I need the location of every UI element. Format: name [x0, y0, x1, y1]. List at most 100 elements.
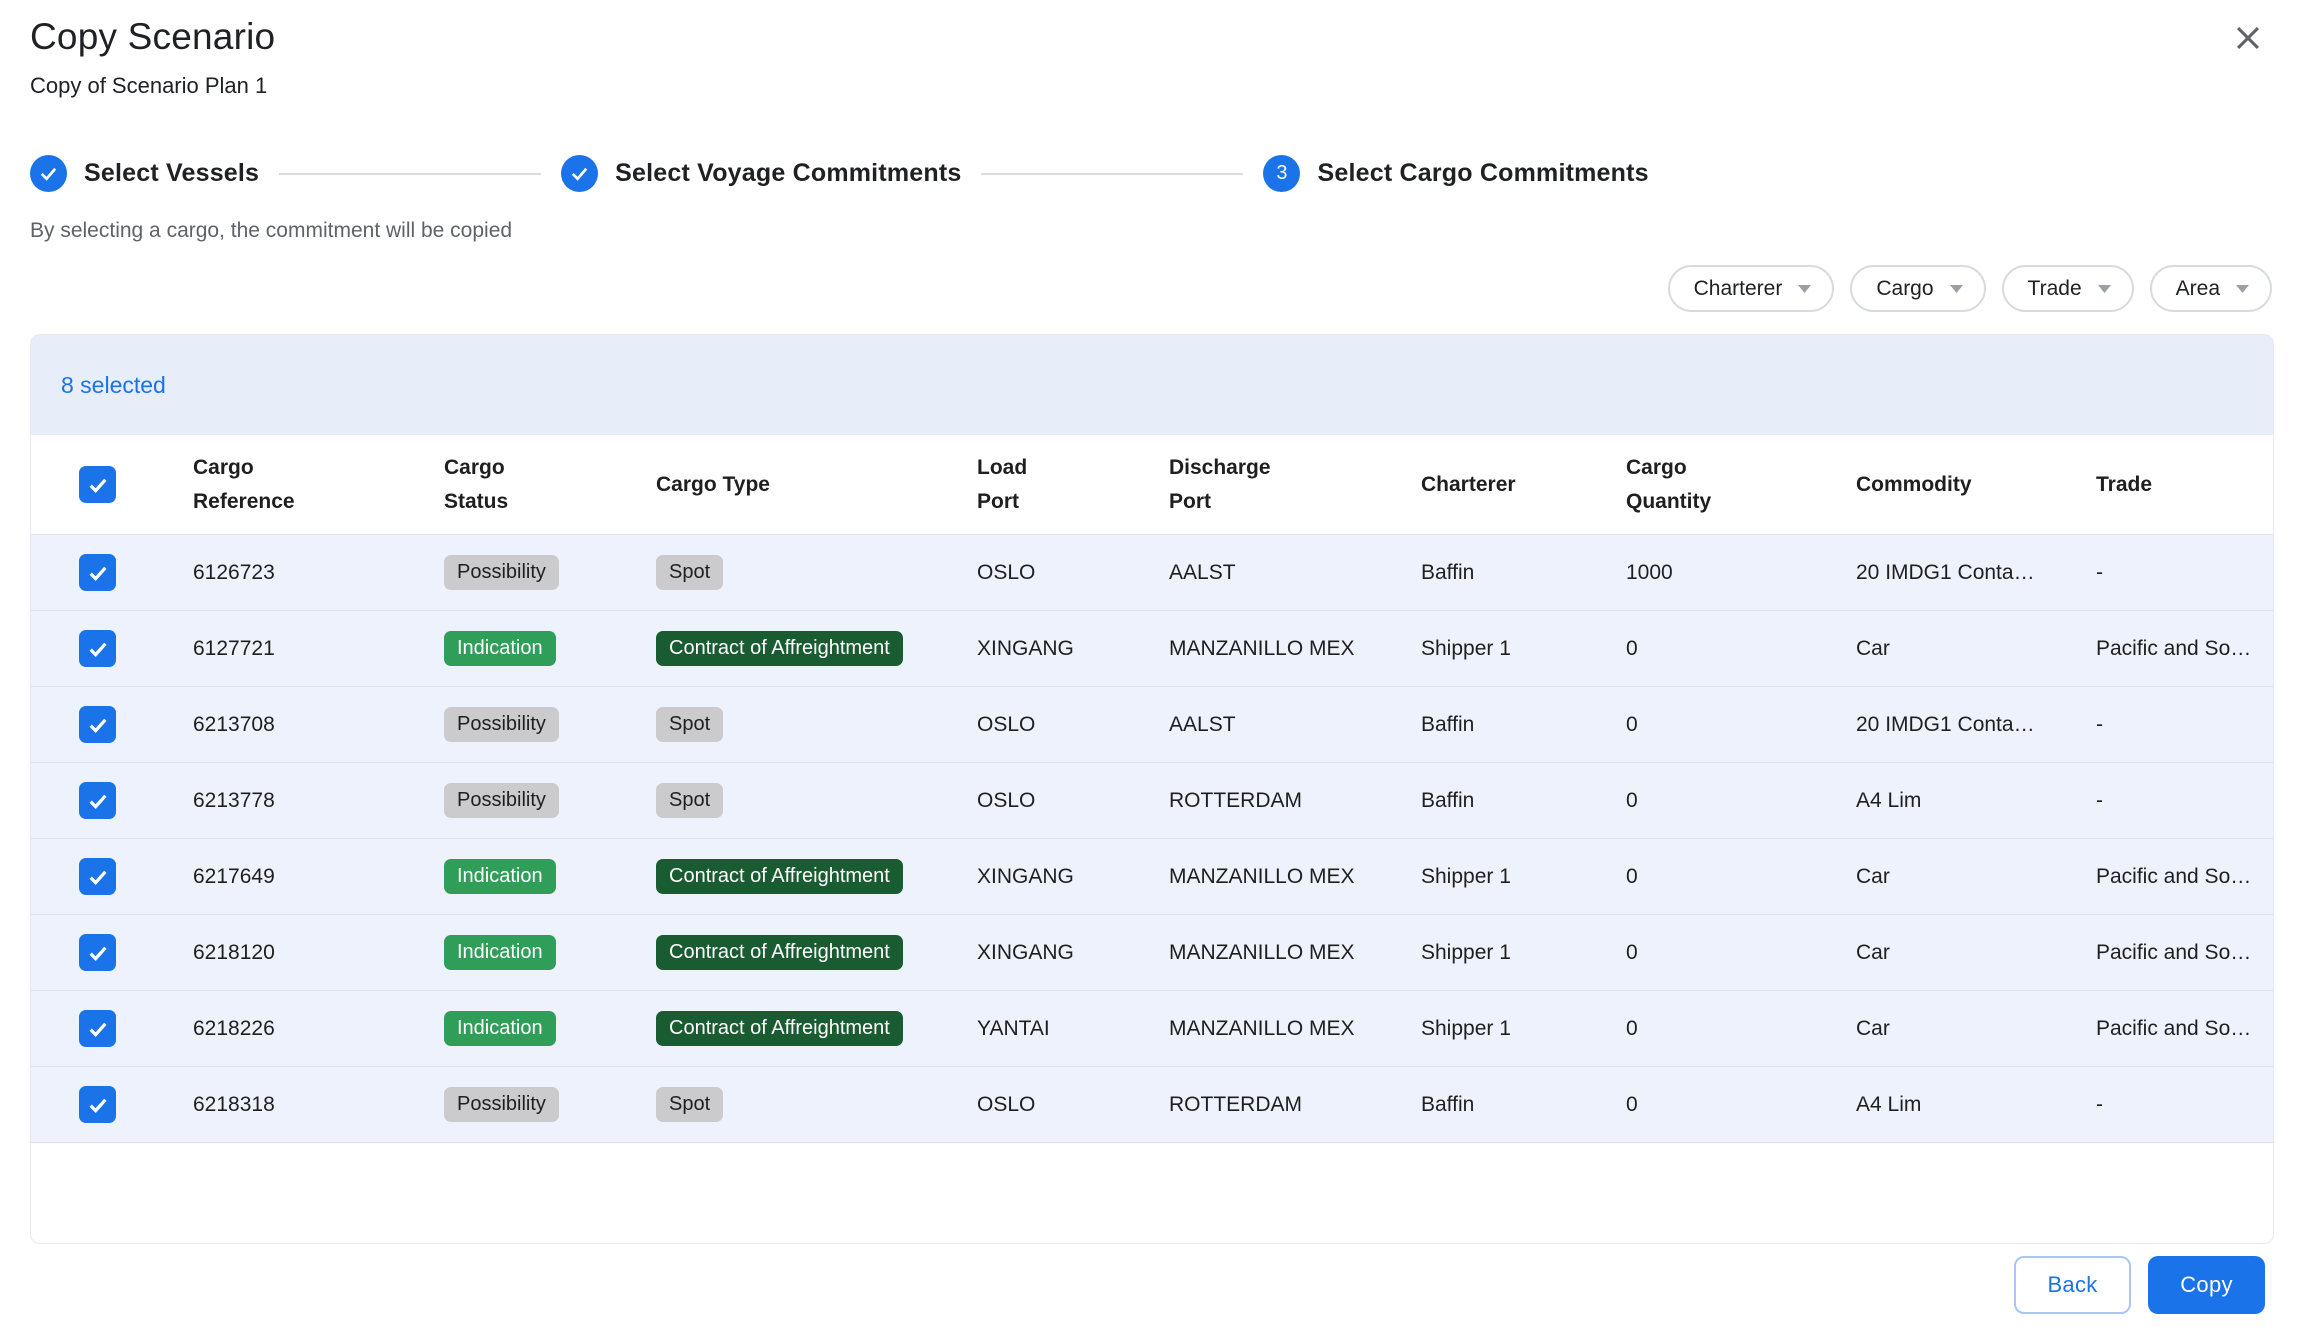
cell-cargo_reference: 6213708 — [193, 687, 444, 762]
filter-label: Cargo — [1876, 277, 1933, 301]
cell-charterer: Shipper 1 — [1421, 611, 1626, 686]
filter-bar: Charterer Cargo Trade Area — [30, 265, 2274, 312]
dialog-footer: Back Copy — [30, 1256, 2274, 1314]
cell-load_port: XINGANG — [977, 839, 1169, 914]
cell-discharge_port: MANZANILLO MEX — [1169, 611, 1421, 686]
table-row[interactable]: 6213708PossibilitySpotOSLOAALSTBaffin020… — [31, 687, 2273, 763]
filter-trade[interactable]: Trade — [2002, 265, 2134, 312]
table-row[interactable]: 6217649IndicationContract of Affreightme… — [31, 839, 2273, 915]
step-select-vessels[interactable]: Select Vessels — [30, 155, 259, 192]
header-load_port: LoadPort — [977, 435, 1169, 534]
step-select-cargo-commitments[interactable]: 3 Select Cargo Commitments — [1263, 155, 1648, 192]
cell-cargo_status: Indication — [444, 991, 656, 1066]
cell-checkbox — [31, 991, 193, 1066]
cell-load_port: OSLO — [977, 687, 1169, 762]
check-icon — [85, 636, 111, 662]
cargo-type-badge: Contract of Affreightment — [656, 631, 903, 666]
filter-label: Trade — [2028, 277, 2082, 301]
back-button[interactable]: Back — [2014, 1256, 2131, 1314]
header-cargo_status: CargoStatus — [444, 435, 656, 534]
cargo-type-badge: Spot — [656, 1087, 723, 1122]
cell-checkbox — [31, 687, 193, 762]
copy-button[interactable]: Copy — [2148, 1256, 2265, 1314]
cell-load_port: YANTAI — [977, 991, 1169, 1066]
close-button[interactable] — [2226, 16, 2270, 60]
cell-cargo_quantity: 0 — [1626, 839, 1856, 914]
cell-checkbox — [31, 611, 193, 686]
cargo-status-badge: Indication — [444, 859, 556, 894]
check-icon — [85, 788, 111, 814]
cell-cargo_type: Spot — [656, 687, 977, 762]
cell-checkbox — [31, 763, 193, 838]
header-commodity: Commodity — [1856, 435, 2096, 534]
cell-discharge_port: AALST — [1169, 535, 1421, 610]
cell-cargo_quantity: 0 — [1626, 915, 1856, 990]
row-checkbox[interactable] — [79, 630, 116, 667]
cell-trade: - — [2096, 535, 2273, 610]
step-label: Select Cargo Commitments — [1317, 159, 1648, 188]
cargo-type-badge: Contract of Affreightment — [656, 859, 903, 894]
selection-note: By selecting a cargo, the commitment wil… — [30, 219, 2274, 243]
cell-cargo_type: Contract of Affreightment — [656, 915, 977, 990]
selected-count-banner: 8 selected — [31, 335, 2273, 435]
check-icon — [85, 940, 111, 966]
row-checkbox[interactable] — [79, 782, 116, 819]
step-select-voyage-commitments[interactable]: Select Voyage Commitments — [561, 155, 961, 192]
cell-trade: - — [2096, 687, 2273, 762]
step-circle-complete — [561, 155, 598, 192]
cell-charterer: Baffin — [1421, 763, 1626, 838]
cell-trade: - — [2096, 1067, 2273, 1142]
cell-charterer: Baffin — [1421, 535, 1626, 610]
chevron-down-icon — [1949, 284, 1964, 294]
cell-load_port: OSLO — [977, 1067, 1169, 1142]
copy-scenario-dialog: Copy Scenario Copy of Scenario Plan 1 Se… — [0, 0, 2304, 1332]
select-all-checkbox[interactable] — [79, 466, 116, 503]
cell-discharge_port: MANZANILLO MEX — [1169, 991, 1421, 1066]
cell-cargo_status: Possibility — [444, 1067, 656, 1142]
table-row[interactable]: 6218226IndicationContract of Affreightme… — [31, 991, 2273, 1067]
header-cargo_reference: CargoReference — [193, 435, 444, 534]
header-charterer: Charterer — [1421, 435, 1626, 534]
chevron-down-icon — [1797, 284, 1812, 294]
cell-charterer: Shipper 1 — [1421, 991, 1626, 1066]
table-row[interactable]: 6218318PossibilitySpotOSLOROTTERDAMBaffi… — [31, 1067, 2273, 1143]
cargo-status-badge: Indication — [444, 935, 556, 970]
cell-checkbox — [31, 915, 193, 990]
cell-discharge_port: MANZANILLO MEX — [1169, 915, 1421, 990]
cargo-status-badge: Possibility — [444, 555, 559, 590]
step-label: Select Vessels — [84, 159, 259, 188]
cell-trade: - — [2096, 763, 2273, 838]
cell-discharge_port: ROTTERDAM — [1169, 763, 1421, 838]
cell-commodity: A4 Lim — [1856, 1067, 2096, 1142]
cell-cargo_quantity: 0 — [1626, 991, 1856, 1066]
check-icon — [85, 864, 111, 890]
step-connector — [279, 173, 541, 175]
cargo-status-badge: Possibility — [444, 707, 559, 742]
filter-cargo[interactable]: Cargo — [1850, 265, 1985, 312]
dialog-subtitle: Copy of Scenario Plan 1 — [30, 73, 2274, 99]
table-row[interactable]: 6218120IndicationContract of Affreightme… — [31, 915, 2273, 991]
table-row[interactable]: 6213778PossibilitySpotOSLOROTTERDAMBaffi… — [31, 763, 2273, 839]
cell-discharge_port: MANZANILLO MEX — [1169, 839, 1421, 914]
filter-charterer[interactable]: Charterer — [1668, 265, 1835, 312]
cell-cargo_reference: 6218226 — [193, 991, 444, 1066]
cell-commodity: Car — [1856, 915, 2096, 990]
stepper: Select Vessels Select Voyage Commitments… — [30, 155, 1740, 192]
cell-load_port: XINGANG — [977, 915, 1169, 990]
row-checkbox[interactable] — [79, 934, 116, 971]
cell-cargo_quantity: 0 — [1626, 763, 1856, 838]
table-row[interactable]: 6126723PossibilitySpotOSLOAALSTBaffin100… — [31, 535, 2273, 611]
row-checkbox[interactable] — [79, 1086, 116, 1123]
filter-area[interactable]: Area — [2150, 265, 2272, 312]
row-checkbox[interactable] — [79, 706, 116, 743]
cell-trade: Pacific and So… — [2096, 991, 2273, 1066]
row-checkbox[interactable] — [79, 554, 116, 591]
cell-cargo_type: Spot — [656, 1067, 977, 1142]
step-circle-current: 3 — [1263, 155, 1300, 192]
cargo-status-badge: Possibility — [444, 1087, 559, 1122]
table-row[interactable]: 6127721IndicationContract of Affreightme… — [31, 611, 2273, 687]
cell-cargo_type: Spot — [656, 763, 977, 838]
filter-label: Charterer — [1694, 277, 1783, 301]
row-checkbox[interactable] — [79, 1010, 116, 1047]
row-checkbox[interactable] — [79, 858, 116, 895]
